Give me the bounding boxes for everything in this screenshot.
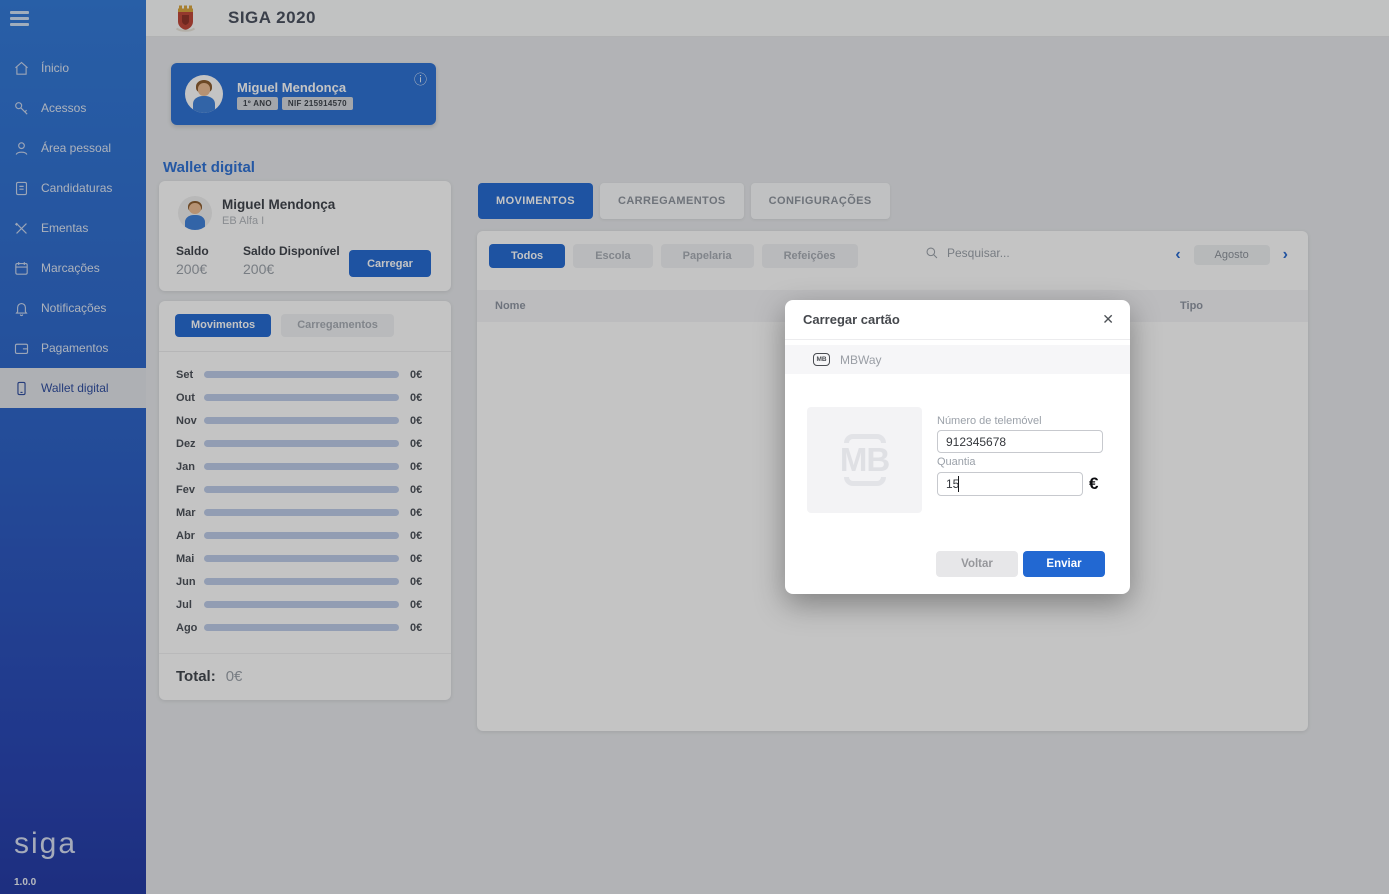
enviar-button[interactable]: Enviar	[1023, 551, 1105, 577]
voltar-button[interactable]: Voltar	[936, 551, 1018, 577]
carregar-cartao-modal: Carregar cartão ✕ MB MBWay MB Número de …	[785, 300, 1130, 594]
mb-logo-text: MB	[840, 443, 889, 477]
phone-input[interactable]	[937, 430, 1103, 453]
amount-field-wrap	[937, 472, 1083, 496]
phone-label: Número de telemóvel	[937, 415, 1042, 427]
euro-symbol: €	[1089, 474, 1098, 494]
modal-backdrop[interactable]	[0, 0, 1389, 894]
close-icon[interactable]: ✕	[1102, 311, 1114, 328]
amount-label: Quantia	[937, 456, 976, 468]
text-caret	[958, 476, 959, 492]
mbway-label: MBWay	[840, 353, 882, 367]
payment-method-mbway[interactable]: MB MBWay	[785, 345, 1130, 374]
mb-mini-icon: MB	[813, 353, 830, 366]
modal-title: Carregar cartão	[803, 312, 900, 327]
modal-header: Carregar cartão ✕	[785, 300, 1130, 340]
mb-bracket-bottom	[844, 477, 886, 486]
mbway-logo-placeholder: MB	[807, 407, 922, 513]
